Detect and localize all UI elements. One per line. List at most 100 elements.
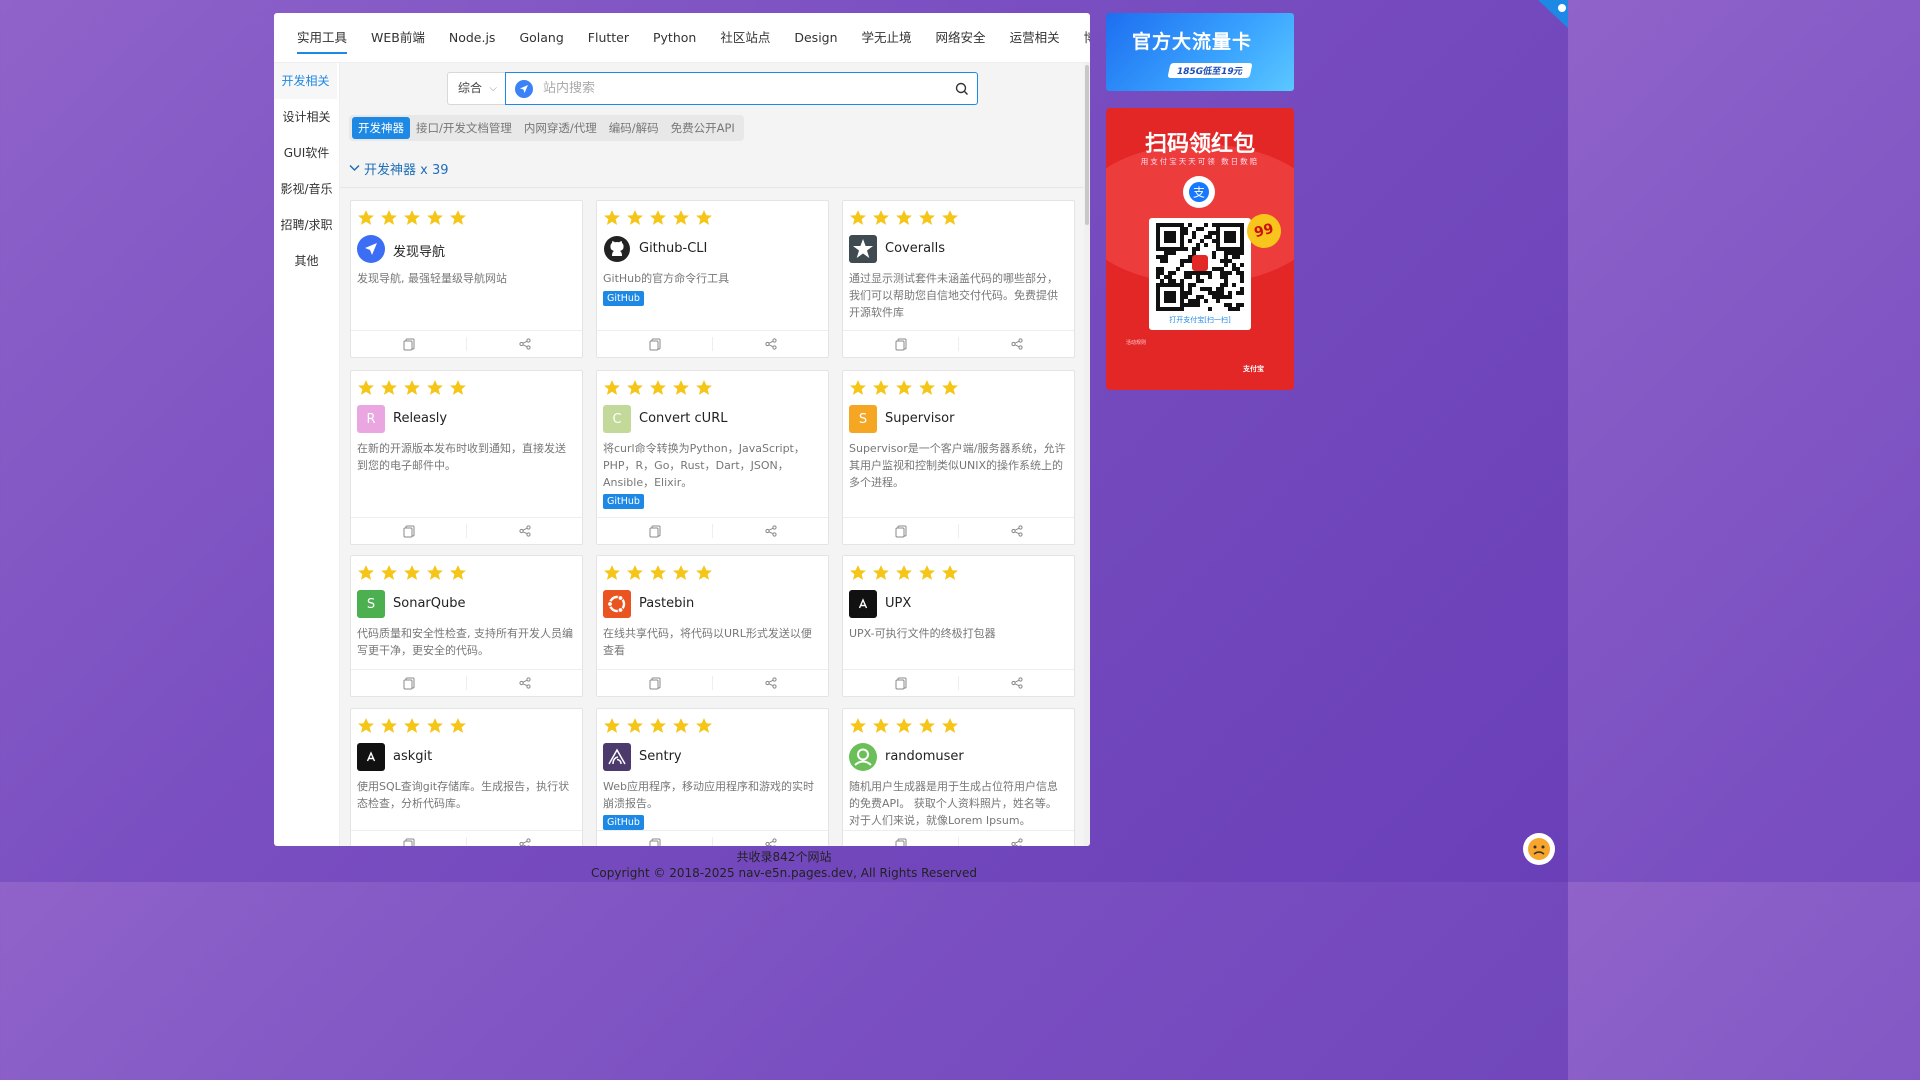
- copy-icon[interactable]: [843, 831, 958, 846]
- feedback-face-icon[interactable]: [1523, 833, 1555, 865]
- scrollbar-thumb[interactable]: [1085, 65, 1089, 225]
- sub-tab[interactable]: 内网穿透/代理: [518, 117, 603, 139]
- share-icon[interactable]: [713, 670, 828, 697]
- star-icon: [626, 717, 644, 739]
- top-tab[interactable]: 实用工具: [285, 13, 359, 63]
- card-title[interactable]: Supervisor: [885, 411, 954, 426]
- github-icon: [603, 235, 631, 263]
- card-title[interactable]: Coveralls: [885, 241, 945, 256]
- copy-icon[interactable]: [351, 518, 466, 545]
- sidebar-item[interactable]: 开发相关: [274, 63, 339, 99]
- card-title[interactable]: Pastebin: [639, 596, 694, 611]
- search-engine-icon[interactable]: [515, 79, 533, 98]
- share-icon[interactable]: [959, 831, 1074, 846]
- star-icon: [603, 564, 621, 586]
- top-tab[interactable]: 运营相关: [998, 13, 1072, 63]
- site-card[interactable]: randomuser 随机用户生成器是用于生成占位符用户信息的免费API。 获取个…: [842, 708, 1075, 846]
- star-icon: [695, 717, 713, 739]
- copy-icon[interactable]: [597, 831, 712, 846]
- sidebar-item[interactable]: 招聘/求职: [274, 207, 339, 243]
- card-title[interactable]: randomuser: [885, 749, 964, 764]
- star-icon: [380, 717, 398, 739]
- red-packet-ad[interactable]: 扫码领红包 用支付宝天天可领 数日数赔 支 打开支付宝[扫一扫] 99 活动规则…: [1106, 108, 1294, 390]
- star-icon: [941, 717, 959, 739]
- site-card[interactable]: Github-CLI GitHub的官方命令行工具 GitHub: [596, 200, 829, 358]
- top-tab[interactable]: WEB前端: [359, 13, 437, 63]
- star-icon: [426, 379, 444, 401]
- search-icon[interactable]: [947, 82, 977, 96]
- sub-tabs: 开发神器 接口/开发文档管理 内网穿透/代理 编码/解码 免费公开API: [349, 115, 744, 141]
- card-actions: [843, 830, 1074, 846]
- top-tab[interactable]: 学无止境: [850, 13, 924, 63]
- sub-tab[interactable]: 开发神器: [352, 117, 410, 139]
- upx-icon: [849, 590, 877, 618]
- card-title[interactable]: 发现导航: [393, 241, 445, 260]
- card-title[interactable]: Convert cURL: [639, 411, 727, 426]
- sidebar-item[interactable]: 设计相关: [274, 99, 339, 135]
- search-input[interactable]: [543, 81, 947, 96]
- site-card[interactable]: askgit 使用SQL查询git存储库。生成报告，执行状态检查，分析代码库。: [350, 708, 583, 846]
- share-icon[interactable]: [713, 518, 828, 545]
- copy-icon[interactable]: [351, 831, 466, 846]
- card-title[interactable]: Releasly: [393, 411, 447, 426]
- sub-tab[interactable]: 接口/开发文档管理: [410, 117, 518, 139]
- copy-icon[interactable]: [597, 670, 712, 697]
- copy-icon[interactable]: [597, 331, 712, 358]
- site-card[interactable]: C Convert cURL 将curl命令转换为Python，JavaScript…: [596, 370, 829, 545]
- sub-tab[interactable]: 编码/解码: [603, 117, 665, 139]
- copy-icon[interactable]: [351, 670, 466, 697]
- top-tab[interactable]: 网络安全: [924, 13, 998, 63]
- site-card[interactable]: Sentry Web应用程序，移动应用程序和游戏的实时崩溃报告。 GitHub: [596, 708, 829, 846]
- site-card[interactable]: S Supervisor Supervisor是一个客户端/服务器系统，允许其用户监…: [842, 370, 1075, 545]
- rating-stars: [357, 717, 467, 739]
- site-card[interactable]: 发现导航 发现导航, 最强轻量级导航网站: [350, 200, 583, 358]
- card-actions: [843, 669, 1074, 696]
- card-title[interactable]: Github-CLI: [639, 241, 707, 256]
- rating-stars: [357, 379, 467, 401]
- copy-icon[interactable]: [351, 331, 466, 358]
- sidebar-item[interactable]: GUI软件: [274, 135, 339, 171]
- card-title[interactable]: Sentry: [639, 749, 682, 764]
- site-card[interactable]: Coveralls 通过显示测试套件未涵盖代码的哪些部分，我们可以帮助您自信地交付…: [842, 200, 1075, 358]
- qr-code: 打开支付宝[扫一扫]: [1149, 218, 1251, 330]
- site-card[interactable]: Pastebin 在线共享代码，将代码以URL形式发送以便查看: [596, 555, 829, 697]
- card-description: 在线共享代码，将代码以URL形式发送以便查看: [603, 627, 812, 657]
- scrollbar[interactable]: [1084, 63, 1090, 846]
- share-icon[interactable]: [959, 331, 1074, 358]
- card-title[interactable]: SonarQube: [393, 596, 465, 611]
- github-corner-icon[interactable]: [1534, 0, 1568, 28]
- share-icon[interactable]: [467, 518, 582, 545]
- site-card[interactable]: R Releasly 在新的开源版本发布时收到通知，直接发送到您的电子邮件中。: [350, 370, 583, 545]
- sidebar-item[interactable]: 影视/音乐: [274, 171, 339, 207]
- data-card-ad[interactable]: 官方大流量卡 185G低至19元: [1106, 13, 1294, 91]
- share-icon[interactable]: [959, 518, 1074, 545]
- top-tab[interactable]: Node.js: [437, 13, 508, 63]
- site-card[interactable]: UPX UPX-可执行文件的终极打包器: [842, 555, 1075, 697]
- copy-icon[interactable]: [843, 331, 958, 358]
- copy-icon[interactable]: [843, 518, 958, 545]
- copy-icon[interactable]: [597, 518, 712, 545]
- share-icon[interactable]: [713, 331, 828, 358]
- star-icon: [357, 717, 375, 739]
- top-tab[interactable]: Golang: [507, 13, 575, 63]
- top-tab[interactable]: Python: [641, 13, 708, 63]
- sub-tab[interactable]: 免费公开API: [665, 117, 741, 139]
- card-title[interactable]: askgit: [393, 749, 432, 764]
- site-card[interactable]: S SonarQube 代码质量和安全性检查, 支持所有开发人员编写更干净，更安全的…: [350, 555, 583, 697]
- copy-icon[interactable]: [843, 670, 958, 697]
- share-icon[interactable]: [467, 670, 582, 697]
- sidebar-item[interactable]: 其他: [274, 243, 339, 279]
- share-icon[interactable]: [467, 831, 582, 846]
- share-icon[interactable]: [959, 670, 1074, 697]
- share-icon[interactable]: [467, 331, 582, 358]
- top-tab[interactable]: Design: [782, 13, 849, 63]
- share-icon[interactable]: [713, 831, 828, 846]
- top-tab[interactable]: Flutter: [576, 13, 641, 63]
- star-icon: [403, 379, 421, 401]
- top-tab[interactable]: 博客看点: [1072, 13, 1090, 63]
- section-header[interactable]: 开发神器 x 39: [349, 159, 449, 178]
- search-scope-select[interactable]: 综合 ⌵: [447, 72, 505, 105]
- star-icon: [603, 717, 621, 739]
- top-tab[interactable]: 社区站点: [708, 13, 782, 63]
- card-title[interactable]: UPX: [885, 596, 911, 611]
